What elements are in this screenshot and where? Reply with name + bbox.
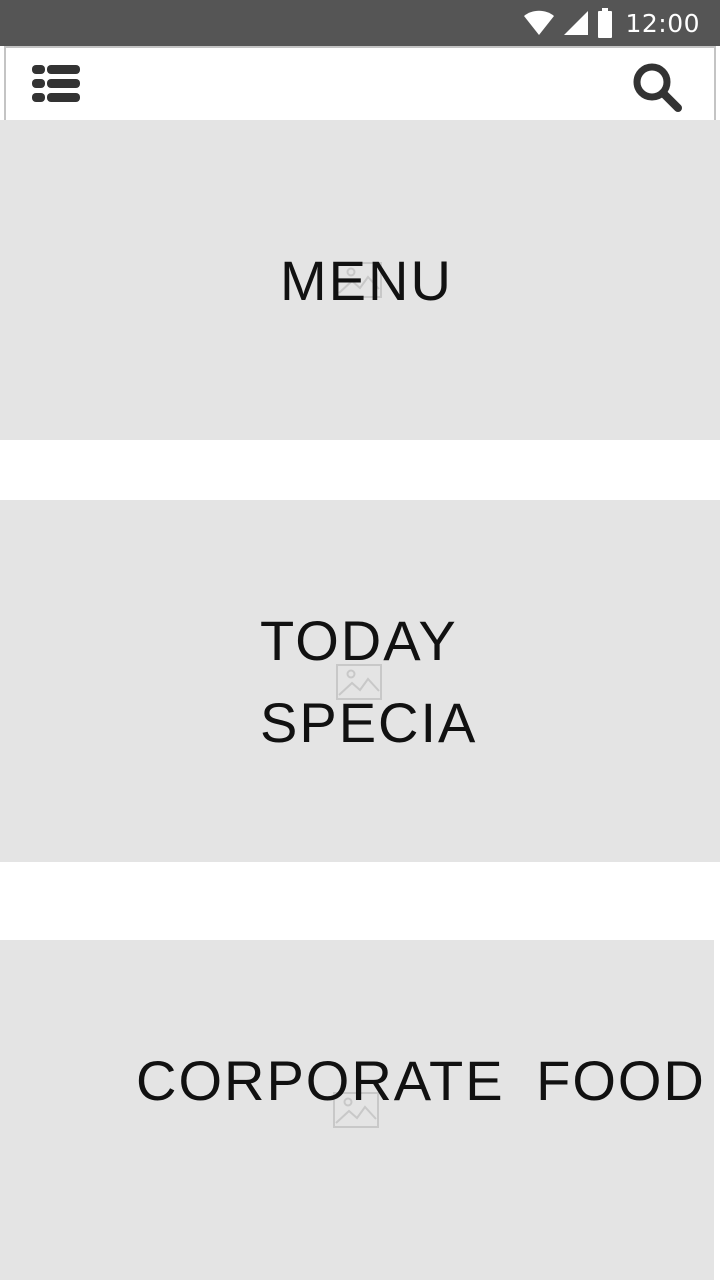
search-button[interactable]	[632, 62, 684, 114]
status-bar: 12:00	[0, 0, 720, 46]
corporate-food-tile[interactable]: CORPORATE FOOD	[0, 940, 714, 1280]
top-toolbar	[4, 46, 716, 122]
menu-tile-label: MENU	[280, 249, 453, 312]
list-view-icon	[32, 65, 80, 102]
list-view-button[interactable]	[30, 62, 82, 106]
battery-icon	[598, 8, 613, 38]
status-time: 12:00	[625, 8, 700, 38]
corporate-food-tile-label: CORPORATE FOOD	[136, 1049, 706, 1112]
search-icon	[633, 63, 682, 112]
menu-tile[interactable]: MENU	[0, 120, 720, 440]
today-special-tile[interactable]: TODAY SPECIA	[0, 500, 720, 862]
status-icons: 12:00	[523, 0, 700, 46]
today-special-tile-label: TODAY SPECIA	[260, 609, 478, 754]
wifi-icon	[524, 10, 555, 35]
cellular-signal-icon	[564, 11, 589, 35]
